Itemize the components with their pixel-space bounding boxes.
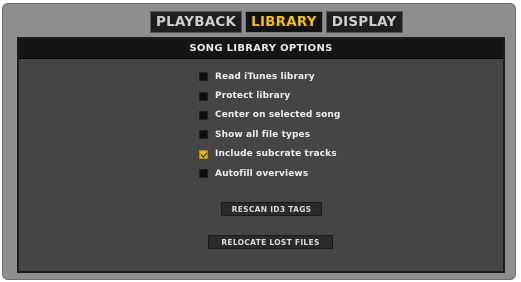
options-list: Read iTunes library Protect library Cent… <box>199 67 340 183</box>
relocate-lost-files-button[interactable]: RELOCATE LOST FILES <box>208 235 333 249</box>
tab-bar: PLAYBACK LIBRARY DISPLAY <box>150 11 403 33</box>
option-label: Autofill overviews <box>215 168 309 179</box>
rescan-id3-tags-button[interactable]: RESCAN ID3 TAGS <box>221 202 322 216</box>
tab-playback[interactable]: PLAYBACK <box>150 11 243 33</box>
option-label: Protect library <box>215 91 291 102</box>
include-subcrate-tracks-checkbox[interactable] <box>199 149 208 159</box>
preferences-window: PLAYBACK LIBRARY DISPLAY SONG LIBRARY OP… <box>2 3 516 280</box>
tab-display[interactable]: DISPLAY <box>325 11 403 33</box>
option-label: Read iTunes library <box>215 71 315 82</box>
read-itunes-library-checkbox[interactable] <box>199 72 208 82</box>
option-label: Show all file types <box>215 129 311 140</box>
autofill-overviews-checkbox[interactable] <box>199 169 208 179</box>
protect-library-checkbox[interactable] <box>199 91 208 101</box>
song-library-options-panel: SONG LIBRARY OPTIONS Read iTunes library… <box>17 37 505 273</box>
option-include-subcrate-tracks[interactable]: Include subcrate tracks <box>199 145 340 164</box>
panel-title: SONG LIBRARY OPTIONS <box>19 39 503 59</box>
option-autofill-overviews[interactable]: Autofill overviews <box>199 164 340 183</box>
option-protect-library[interactable]: Protect library <box>199 86 340 105</box>
center-on-selected-song-checkbox[interactable] <box>199 110 208 120</box>
option-label: Center on selected song <box>215 110 341 121</box>
show-all-file-types-checkbox[interactable] <box>199 130 208 140</box>
option-read-itunes-library[interactable]: Read iTunes library <box>199 67 340 86</box>
option-label: Include subcrate tracks <box>215 149 337 160</box>
option-show-all-file-types[interactable]: Show all file types <box>199 125 340 144</box>
option-center-on-selected-song[interactable]: Center on selected song <box>199 106 340 125</box>
tab-library[interactable]: LIBRARY <box>245 11 323 33</box>
